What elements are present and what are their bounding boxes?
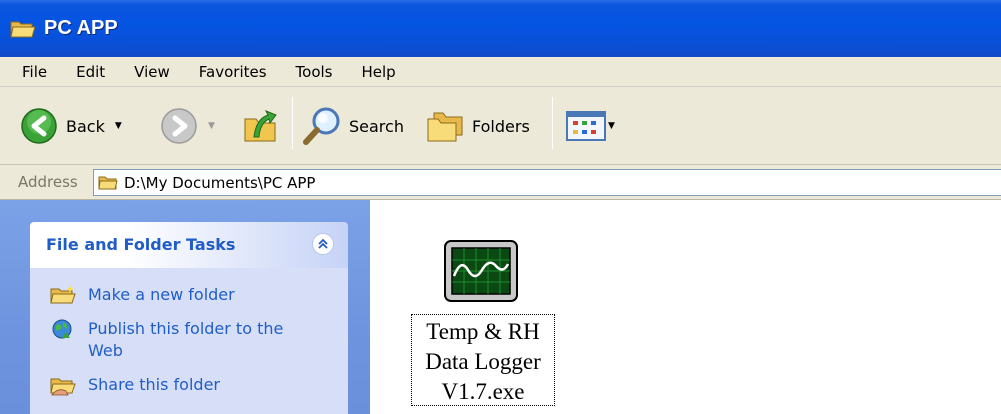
file-folder-tasks-panel: File and Folder Tasks Make a new folder — [30, 222, 348, 414]
menu-favorites[interactable]: Favorites — [199, 63, 267, 81]
file-name-line-1: Temp & RH — [426, 319, 540, 344]
search-button[interactable]: Search — [302, 105, 404, 147]
window-title: PC APP — [44, 17, 118, 39]
folder-open-icon — [10, 21, 36, 37]
file-name-line-2: Data Logger — [425, 349, 541, 374]
forward-arrow-icon — [161, 108, 197, 144]
waveform-monitor-icon — [444, 240, 518, 302]
address-label: Address — [18, 173, 78, 191]
back-arrow-icon — [21, 108, 57, 144]
publish-web-link[interactable]: Publish this folder to the Web — [50, 318, 320, 362]
file-list-area: Temp & RH Data Logger V1.7.exe — [370, 200, 1001, 414]
task-panel-header[interactable]: File and Folder Tasks — [30, 222, 348, 268]
task-panel-body: Make a new folder Publish this folder to… — [30, 268, 348, 414]
back-dropdown-icon[interactable]: ▼ — [115, 121, 122, 131]
publish-web-icon — [52, 319, 72, 339]
folders-label: Folders — [472, 116, 530, 136]
folders-icon — [427, 112, 463, 142]
search-icon — [303, 107, 340, 145]
share-folder-icon — [50, 378, 76, 396]
publish-web-label: Publish this folder to the Web — [88, 319, 284, 360]
toolbar: Back ▼ ▼ Search Folders ▼ — [0, 87, 1001, 165]
share-folder-link[interactable]: Share this folder — [50, 374, 220, 396]
back-button[interactable]: Back ▼ — [20, 107, 122, 145]
menu-edit[interactable]: Edit — [76, 63, 105, 81]
up-button[interactable] — [242, 105, 280, 145]
address-bar: Address D:\My Documents\PC APP — [0, 165, 1001, 200]
menu-tools[interactable]: Tools — [296, 63, 333, 81]
file-name-label: Temp & RH Data Logger V1.7.exe — [411, 314, 555, 406]
title-bar: PC APP — [0, 0, 1001, 57]
menu-help[interactable]: Help — [362, 63, 396, 81]
forward-dropdown-icon[interactable]: ▼ — [208, 121, 215, 131]
file-name-line-3: V1.7.exe — [441, 379, 525, 404]
up-folder-icon — [244, 110, 277, 142]
views-icon — [566, 111, 606, 141]
search-label: Search — [349, 116, 404, 136]
new-folder-icon — [50, 285, 76, 304]
task-panel-title: File and Folder Tasks — [46, 235, 236, 254]
task-pane: File and Folder Tasks Make a new folder — [0, 200, 370, 414]
menu-file[interactable]: File — [22, 63, 47, 81]
make-new-folder-label: Make a new folder — [88, 285, 235, 304]
back-label: Back — [66, 116, 105, 136]
chevron-up-double-icon — [318, 238, 328, 249]
menu-view[interactable]: View — [134, 63, 170, 81]
collapse-button[interactable] — [312, 233, 334, 255]
forward-button[interactable]: ▼ — [160, 107, 215, 145]
address-path: D:\My Documents\PC APP — [124, 173, 316, 192]
views-dropdown-icon[interactable]: ▼ — [608, 121, 615, 131]
make-new-folder-link[interactable]: Make a new folder — [50, 284, 235, 306]
views-button[interactable]: ▼ — [566, 111, 615, 141]
folders-button[interactable]: Folders — [426, 107, 530, 145]
menu-bar: File Edit View Favorites Tools Help — [0, 57, 1001, 87]
folder-icon — [98, 176, 118, 190]
address-field[interactable]: D:\My Documents\PC APP — [93, 169, 1001, 196]
share-folder-label: Share this folder — [88, 375, 220, 394]
